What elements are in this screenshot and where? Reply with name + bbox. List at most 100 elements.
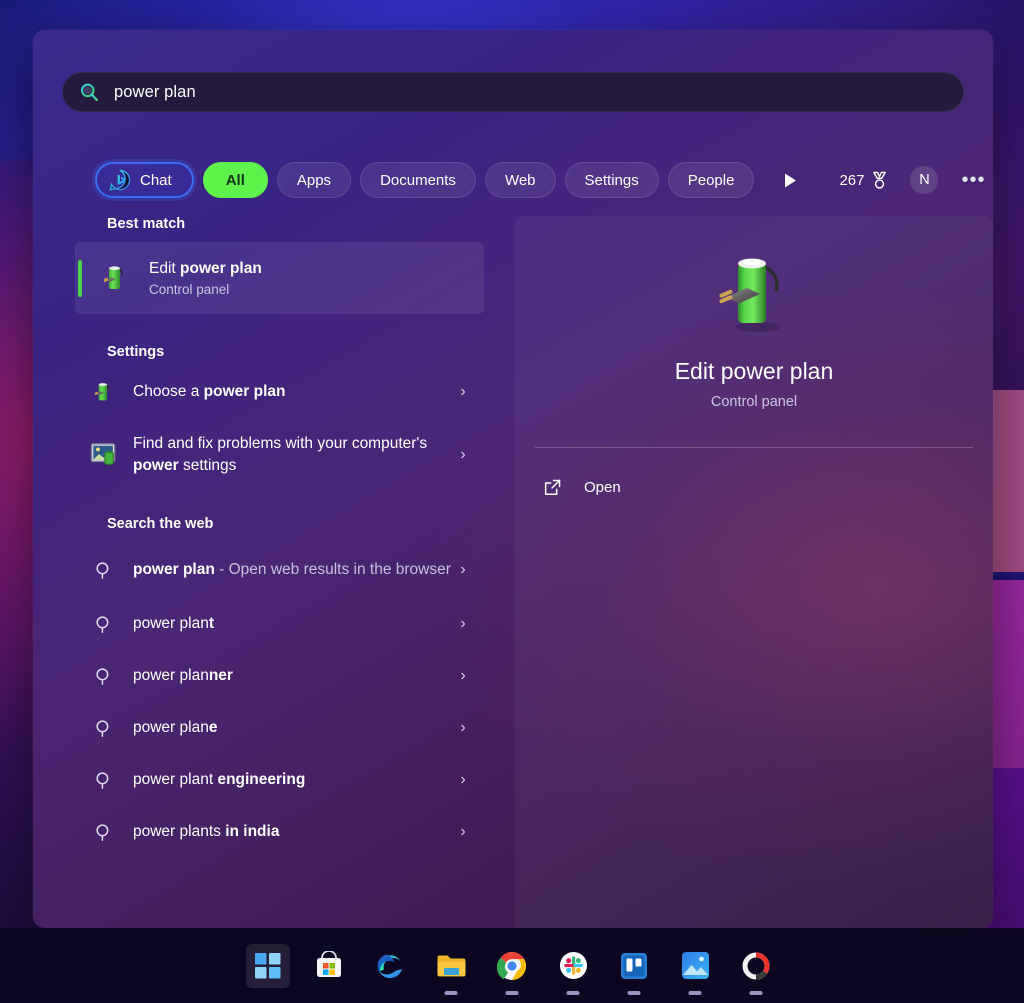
result-text-prefix: power plants xyxy=(133,823,221,840)
result-text-prefix: power plan xyxy=(133,719,209,736)
search-input-value: power plan xyxy=(114,82,196,101)
result-text-pre: Find and fix problems with your computer… xyxy=(133,435,428,452)
preview-pane: Edit power plan Control panel Open xyxy=(515,216,993,928)
result-power-troubleshooter[interactable]: Find and fix problems with your computer… xyxy=(75,426,484,484)
magnifier-icon xyxy=(89,661,119,691)
tab-chat[interactable]: Chat xyxy=(95,162,194,198)
search-filter-tabs: Chat All Apps Documents Web Settings Peo… xyxy=(95,160,993,200)
best-match-subtitle: Control panel xyxy=(149,282,230,297)
taskbar xyxy=(0,928,1024,1003)
more-options-button[interactable]: ••• xyxy=(958,165,988,195)
result-text-suffix-bold: engineering xyxy=(213,771,306,788)
best-match-title-regular: Edit xyxy=(149,260,181,277)
preview-action-label: Open xyxy=(584,478,621,496)
result-web-suggestion[interactable]: power plants in india › xyxy=(75,806,484,858)
tab-row-trailing: 267 N ••• xyxy=(773,161,993,199)
troubleshoot-power-icon xyxy=(89,440,119,470)
chevron-right-icon[interactable]: › xyxy=(452,383,474,401)
chevron-right-icon[interactable]: › xyxy=(452,667,474,685)
chevron-right-icon[interactable]: › xyxy=(452,446,474,464)
tab-all[interactable]: All xyxy=(202,162,268,198)
search-icon xyxy=(79,82,100,103)
running-indicator xyxy=(566,991,580,995)
result-text-pre: Choose a xyxy=(133,383,204,400)
section-heading-search-the-web: Search the web xyxy=(107,516,214,532)
preview-title: Edit power plan xyxy=(674,358,834,384)
tab-all-label: All xyxy=(225,171,245,189)
rewards-points: 267 xyxy=(839,171,865,189)
tab-settings-label: Settings xyxy=(584,171,639,189)
result-label: Choose a power plan xyxy=(133,381,452,403)
desktop: power plan Chat All Apps Documents Web S… xyxy=(0,0,1024,1003)
slack-icon xyxy=(559,951,588,980)
result-text-prefix: power plan xyxy=(133,615,209,632)
chevron-right-icon[interactable]: › xyxy=(452,771,474,789)
open-external-icon xyxy=(543,478,562,497)
result-web-open-results[interactable]: power plan - Open web results in the bro… xyxy=(75,542,484,598)
avatar-initial: N xyxy=(919,172,930,188)
magnifier-icon xyxy=(89,713,119,743)
result-label: power planner xyxy=(133,665,452,687)
taskbar-google-chrome[interactable] xyxy=(490,944,534,995)
rewards-medal-icon xyxy=(871,171,888,190)
tab-documents-label: Documents xyxy=(380,171,456,189)
taskbar-photos[interactable] xyxy=(673,944,717,995)
result-best-match-text: Edit power plan Control panel xyxy=(149,259,262,297)
bing-chat-icon xyxy=(109,169,131,191)
trello-icon xyxy=(620,952,648,980)
tab-apps[interactable]: Apps xyxy=(276,162,352,198)
result-text-suffix-bold: in india xyxy=(220,823,280,840)
result-text-bold: power plan xyxy=(203,383,286,400)
result-web-suggestion[interactable]: power plant › xyxy=(75,598,484,650)
search-input[interactable]: power plan xyxy=(62,72,964,112)
tab-documents[interactable]: Documents xyxy=(360,162,476,198)
taskbar-bing-wallpaper[interactable] xyxy=(734,944,778,995)
chevron-right-icon[interactable]: › xyxy=(452,719,474,737)
windows-logo-icon xyxy=(255,952,281,979)
taskbar-trello[interactable] xyxy=(612,944,656,995)
result-web-suggestion[interactable]: power plane › xyxy=(75,702,484,754)
preview-subtitle: Control panel xyxy=(710,394,798,410)
store-icon xyxy=(314,950,344,981)
tab-people-label: People xyxy=(687,171,735,189)
result-best-match[interactable]: Edit power plan Control panel xyxy=(75,242,484,314)
result-web-suggestion[interactable]: power plant engineering › xyxy=(75,754,484,806)
photos-icon xyxy=(681,951,710,980)
folder-icon xyxy=(436,952,467,980)
result-web-suggestion[interactable]: power planner › xyxy=(75,650,484,702)
taskbar-microsoft-edge[interactable] xyxy=(368,944,412,988)
result-label: power plant engineering xyxy=(133,769,452,791)
result-label: power plane xyxy=(133,717,452,739)
running-indicator xyxy=(627,991,641,995)
result-choose-power-plan[interactable]: Choose a power plan › xyxy=(75,370,484,414)
result-text-prefix: power plant xyxy=(133,771,214,788)
battery-plug-icon xyxy=(708,248,800,340)
play-arrow-icon[interactable] xyxy=(773,163,807,197)
running-indicator xyxy=(688,991,702,995)
magnifier-icon xyxy=(89,817,119,847)
magnifier-icon xyxy=(89,765,119,795)
taskbar-file-explorer[interactable] xyxy=(429,944,473,995)
taskbar-microsoft-store[interactable] xyxy=(307,944,351,988)
tab-web[interactable]: Web xyxy=(484,162,556,198)
result-text-dim: - Open web results in the browser xyxy=(214,561,451,578)
result-text-suffix-bold: t xyxy=(208,615,214,632)
section-heading-settings: Settings xyxy=(107,344,165,360)
tab-settings[interactable]: Settings xyxy=(564,162,659,198)
start-button[interactable] xyxy=(246,943,290,988)
chevron-right-icon[interactable]: › xyxy=(452,823,474,841)
result-label: power plants in india xyxy=(133,821,452,843)
taskbar-slack[interactable] xyxy=(551,944,595,995)
tab-people[interactable]: People xyxy=(667,162,755,198)
rewards-counter[interactable]: 267 xyxy=(839,171,888,190)
avatar[interactable]: N xyxy=(910,166,939,194)
tab-chat-label: Chat xyxy=(140,171,172,189)
chevron-right-icon[interactable]: › xyxy=(452,615,474,633)
selection-accent-bar xyxy=(78,260,82,297)
preview-action-open[interactable]: Open xyxy=(543,470,621,504)
edge-icon xyxy=(375,951,405,981)
chevron-right-icon[interactable]: › xyxy=(452,561,474,579)
running-indicator xyxy=(505,991,519,995)
result-text-bold: power xyxy=(133,457,179,474)
battery-plug-icon xyxy=(89,377,119,407)
